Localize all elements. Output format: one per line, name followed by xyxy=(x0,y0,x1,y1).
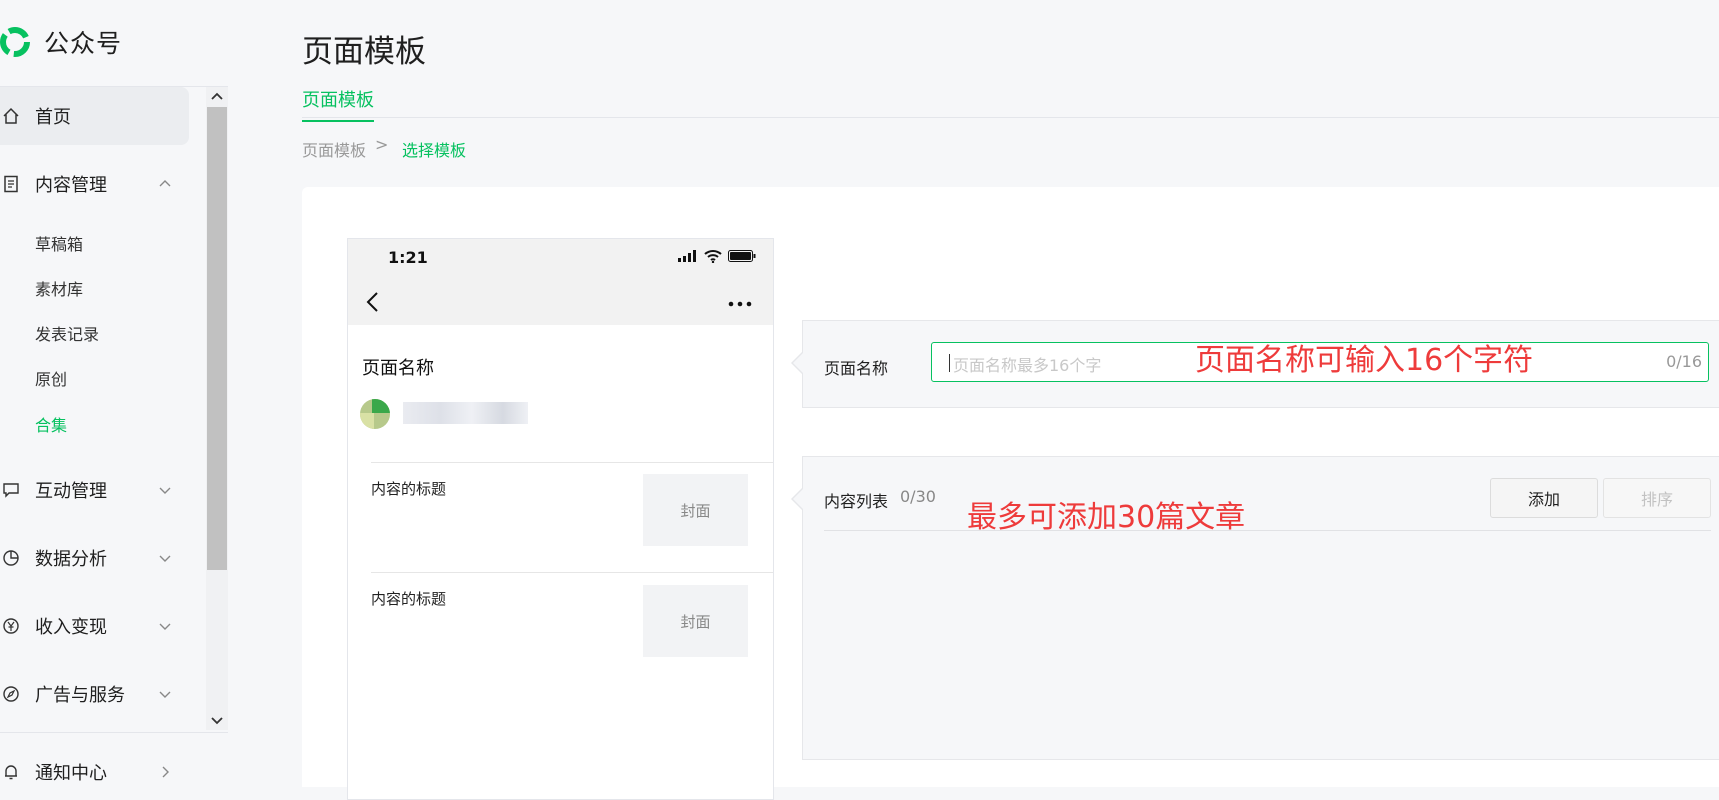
sidebar: 公众号 首页 内容管理 草稿箱 素材库 发表记录 原创 合集 互动管理 数据分析… xyxy=(0,0,228,784)
chevron-up-icon xyxy=(159,180,171,187)
sidebar-subitem-original[interactable]: 原创 xyxy=(35,368,67,392)
sidebar-item-home[interactable]: 首页 xyxy=(0,96,190,136)
sidebar-subitem-materials[interactable]: 素材库 xyxy=(35,278,83,302)
sidebar-item-content-management[interactable]: 内容管理 xyxy=(0,164,190,204)
panel-pointer-inner xyxy=(793,352,804,374)
content-item-cover: 封面 xyxy=(643,585,748,657)
bell-icon xyxy=(5,765,17,780)
add-button[interactable]: 添加 xyxy=(1490,478,1598,518)
sidebar-item-label: 首页 xyxy=(35,107,71,128)
wifi-icon xyxy=(704,250,722,263)
content-item-cover: 封面 xyxy=(643,474,748,546)
breadcrumb-separator-icon: > xyxy=(375,135,389,154)
content-list-label: 内容列表 xyxy=(824,492,889,511)
content-list-count: 0/30 xyxy=(900,487,936,506)
sidebar-item-label: 数据分析 xyxy=(35,549,107,570)
scroll-up-arrow-icon[interactable] xyxy=(207,88,227,104)
page-name-label: 页面名称 xyxy=(824,359,889,378)
page-title: 页面模板 xyxy=(302,34,426,70)
sidebar-item-label: 内容管理 xyxy=(35,175,107,196)
scroll-down-arrow-icon[interactable] xyxy=(207,713,227,729)
chevron-down-icon xyxy=(159,691,171,698)
sidebar-divider xyxy=(0,732,228,733)
breadcrumb-page-template[interactable]: 页面模板 xyxy=(302,137,366,161)
content-list-divider xyxy=(824,530,1711,531)
sidebar-item-label: 互动管理 xyxy=(35,481,107,502)
sidebar-subitem-drafts[interactable]: 草稿箱 xyxy=(35,233,83,257)
sidebar-subitem-collections[interactable]: 合集 xyxy=(35,414,67,438)
list-divider xyxy=(371,462,773,463)
chevron-down-icon xyxy=(159,555,171,562)
app-name: 公众号 xyxy=(44,29,123,58)
content-item-title: 内容的标题 xyxy=(371,480,447,498)
breadcrumb-select-template: 选择模板 xyxy=(402,141,467,160)
pie-chart-icon xyxy=(3,550,19,566)
compass-icon xyxy=(3,686,19,702)
battery-icon xyxy=(728,250,756,262)
tab-divider xyxy=(302,117,1719,118)
comment-icon xyxy=(3,483,19,498)
phone-page-name: 页面名称 xyxy=(362,358,434,379)
sidebar-scrollbar-thumb[interactable] xyxy=(207,107,227,570)
sidebar-item-label: 广告与服务 xyxy=(35,685,125,706)
sidebar-subitem-publish-records[interactable]: 发表记录 xyxy=(35,323,99,347)
more-dots-icon[interactable] xyxy=(728,301,752,307)
document-icon xyxy=(4,175,18,193)
home-icon xyxy=(3,107,19,124)
page-name-placeholder: 页面名称最多16个字 xyxy=(953,356,1102,375)
signal-icon xyxy=(678,250,696,262)
sidebar-item-data-analysis[interactable]: 数据分析 xyxy=(0,538,190,578)
phone-status-icons xyxy=(678,249,756,263)
page-name-char-count: 0/16 xyxy=(1666,352,1702,371)
sidebar-item-notifications[interactable]: 通知中心 xyxy=(0,752,190,792)
sort-button[interactable]: 排序 xyxy=(1603,478,1711,518)
sidebar-item-label: 通知中心 xyxy=(35,763,107,784)
sidebar-item-label: 收入变现 xyxy=(35,617,107,638)
chevron-down-icon xyxy=(159,487,171,494)
yuan-icon xyxy=(3,618,19,634)
content-item-title: 内容的标题 xyxy=(371,590,447,608)
phone-preview: 1:21 页面名称 内容的标题 封面 内容的标题 封面 xyxy=(347,238,774,800)
panel-pointer-inner xyxy=(793,488,804,510)
blurred-account-name xyxy=(403,402,528,424)
phone-status-time: 1:21 xyxy=(388,248,428,267)
sidebar-item-revenue[interactable]: 收入变现 xyxy=(0,606,190,646)
sidebar-item-ads-services[interactable]: 广告与服务 xyxy=(0,674,190,714)
text-caret xyxy=(949,354,950,372)
annotation-page-name: 页面名称可输入16个字符 xyxy=(1195,343,1534,378)
sidebar-item-interaction[interactable]: 互动管理 xyxy=(0,470,190,510)
chevron-right-icon xyxy=(162,766,169,778)
wechat-official-logo-icon xyxy=(0,27,30,57)
app-logo[interactable]: 公众号 xyxy=(0,22,122,62)
back-arrow-icon[interactable] xyxy=(365,291,379,313)
list-divider xyxy=(371,572,773,573)
avatar xyxy=(360,399,390,429)
chevron-down-icon xyxy=(159,623,171,630)
